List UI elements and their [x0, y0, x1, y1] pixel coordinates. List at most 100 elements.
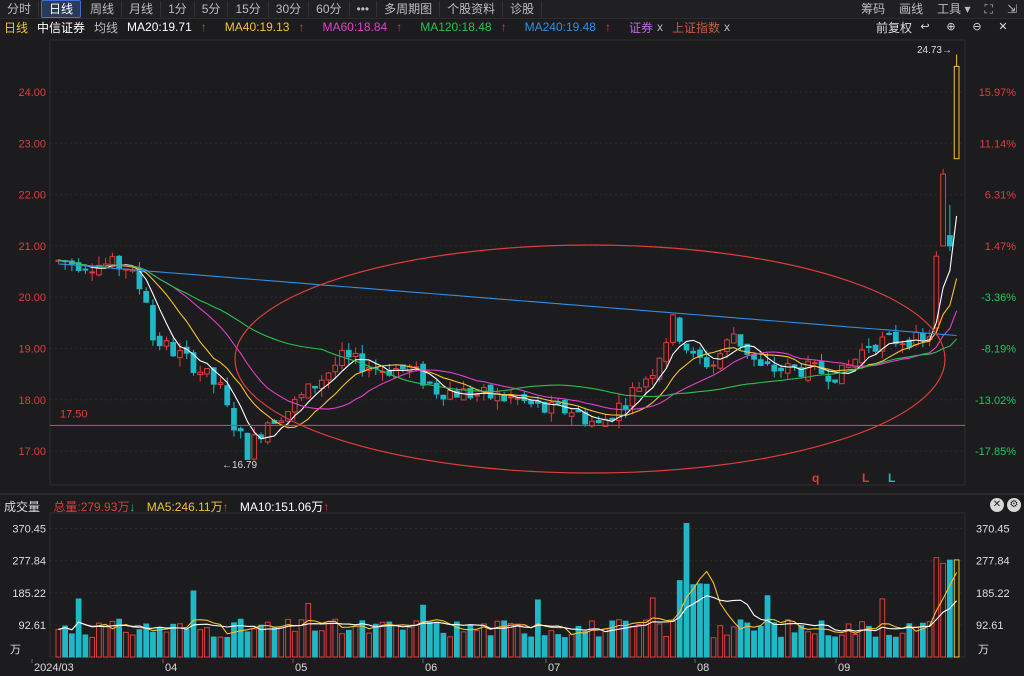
volume-bar	[886, 634, 892, 658]
candle-body	[683, 343, 690, 351]
volume-bar	[210, 636, 217, 658]
volume-bar	[197, 629, 204, 658]
volume-bar	[163, 631, 170, 658]
volume-bar	[426, 621, 433, 658]
volume-bar	[251, 628, 258, 658]
draw-line-button[interactable]: 画线	[892, 1, 930, 17]
tools-label: 工具	[937, 2, 962, 16]
candle-body	[426, 381, 433, 384]
stock-name: 中信证券	[37, 20, 86, 35]
overlay-index-close[interactable]: x	[724, 20, 730, 34]
overlay-sector-close[interactable]: x	[657, 20, 663, 34]
candle-body	[710, 364, 717, 367]
candle-body	[643, 378, 649, 388]
zoom-out-icon[interactable]: ⊖	[971, 21, 983, 33]
adjust-mode[interactable]: 前复权	[876, 19, 912, 36]
volume-tick-label-right: 277.84	[976, 556, 1010, 568]
volume-bar	[663, 635, 670, 658]
volume-bar	[690, 584, 697, 658]
time-tick-label: 09	[838, 662, 850, 674]
period-tab-4[interactable]: 1分	[161, 1, 195, 17]
candle-body	[622, 405, 629, 410]
price-tick-label: 20.00	[18, 292, 46, 304]
volume-bar	[386, 621, 393, 658]
volume-bar	[636, 623, 643, 658]
volume-bar	[75, 598, 82, 658]
volume-unit: 万	[10, 644, 21, 656]
period-tab-2[interactable]: 周线	[83, 1, 123, 17]
candle-body	[345, 349, 352, 358]
candle-body	[312, 385, 318, 389]
volume-bar	[305, 602, 312, 658]
volume-tick-label-right: 370.45	[976, 524, 1010, 536]
price-tick-label: 23.00	[18, 138, 46, 150]
volume-bar	[129, 634, 136, 658]
candle-body	[717, 353, 724, 369]
volume-bar	[838, 634, 845, 658]
collapse-icon[interactable]: ⇲	[1000, 1, 1024, 17]
volume-bar	[460, 631, 467, 658]
candle-body	[899, 343, 906, 346]
tools-button[interactable]: 工具 ▾	[930, 1, 977, 17]
volume-bar	[771, 622, 778, 658]
kline-chart[interactable]: 24.00 15.97% 23.00 11.14% 22.00 6.31% 21.00 1.4…	[0, 36, 1024, 676]
volume-bar	[730, 626, 737, 658]
period-tab-5[interactable]: 5分	[195, 1, 229, 17]
candle-body	[474, 394, 480, 397]
up-arrow-icon: ↑	[222, 500, 229, 514]
time-axis: 2024/03 04 05 06 07 08 09	[31, 659, 850, 674]
close-icon[interactable]: ✕	[997, 21, 1009, 33]
volume-bar	[271, 627, 278, 658]
volume-settings-icon[interactable]: ⚙	[1007, 498, 1021, 512]
volume-bar	[352, 625, 359, 658]
volume-bar	[372, 623, 379, 658]
volume-bar	[892, 636, 899, 658]
back-icon[interactable]: ↩	[919, 21, 931, 33]
period-tab-6[interactable]: 15分	[228, 1, 269, 17]
candle-body	[82, 268, 89, 271]
volume-bar	[190, 590, 197, 658]
volume-bar	[325, 621, 332, 658]
period-tab-0[interactable]: 分时	[0, 1, 40, 17]
volume-close-icon[interactable]: ✕	[990, 498, 1004, 512]
volume-bar	[136, 629, 143, 658]
overlay-sector[interactable]: 证券	[629, 19, 653, 36]
price-tick-label: 24.00	[18, 87, 46, 99]
candle-body	[778, 367, 784, 372]
candle-body	[690, 350, 697, 354]
period-tab-10[interactable]: 多周期图	[377, 1, 441, 17]
candle-body	[447, 389, 453, 400]
period-tab-11[interactable]: 个股资料	[440, 1, 504, 17]
period-tab-7[interactable]: 30分	[269, 1, 310, 17]
period-tab-3[interactable]: 月线	[122, 1, 162, 17]
fullscreen-icon[interactable]: ⛶	[978, 1, 1000, 17]
period-tab-1[interactable]: 日线	[41, 0, 82, 18]
volume-bar	[541, 635, 548, 658]
period-tab-8[interactable]: 60分	[309, 1, 350, 17]
volume-bar	[845, 623, 852, 658]
volume-bar	[183, 629, 190, 658]
period-tab-12[interactable]: 诊股	[503, 1, 543, 17]
volume-bar	[798, 624, 805, 658]
volume-bar	[528, 636, 535, 658]
candle-body	[791, 364, 798, 368]
candle-body	[886, 332, 892, 335]
volume-bar	[521, 633, 528, 658]
ma-label[interactable]: 均线	[94, 19, 118, 36]
volume-bar	[366, 632, 372, 658]
volume-bar	[595, 636, 602, 658]
volume-bar	[791, 632, 798, 658]
time-tick-label: 05	[295, 662, 307, 674]
chevron-down-icon: ▾	[964, 2, 971, 16]
candle-body	[764, 361, 771, 365]
chips-button[interactable]: 筹码	[854, 1, 892, 17]
candle-body	[919, 332, 926, 341]
volume-bar	[487, 635, 494, 658]
signal-marker: q	[812, 471, 819, 485]
period-tab-9[interactable]: •••	[350, 1, 378, 17]
candle-body	[197, 371, 204, 376]
overlay-index[interactable]: 上证指数	[672, 19, 720, 36]
zoom-in-icon[interactable]: ⊕	[945, 21, 957, 33]
volume-bar	[332, 618, 339, 658]
volume-bar	[649, 597, 656, 658]
